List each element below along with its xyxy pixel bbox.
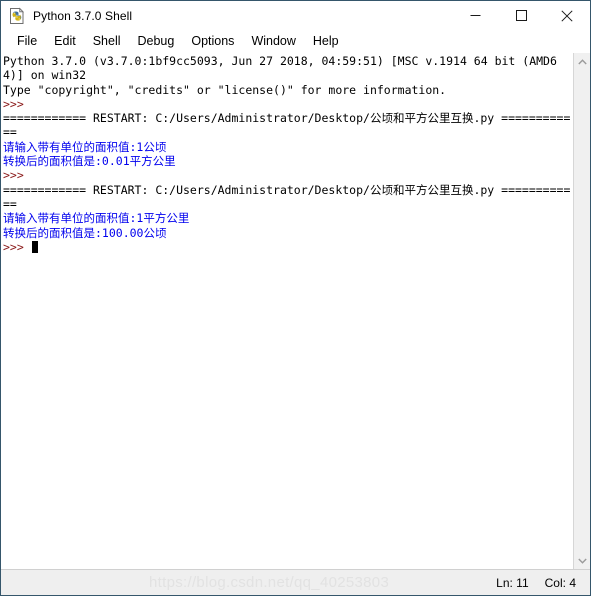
console-line: ============ RESTART: C:/Users/Administr…	[3, 183, 573, 212]
menu-item-debug[interactable]: Debug	[130, 32, 184, 51]
scroll-down-button[interactable]	[574, 552, 590, 569]
python-idle-icon	[8, 7, 26, 25]
watermark-text: https://blog.csdn.net/qq_40253803	[149, 574, 390, 591]
console-line-text: >>>	[3, 96, 31, 111]
console-line-text: >>>	[3, 239, 31, 254]
console-line-text: 请输入带有单位的面积值:1公顷	[3, 139, 167, 154]
console-output[interactable]: Python 3.7.0 (v3.7.0:1bf9cc5093, Jun 27 …	[3, 54, 573, 254]
console-line-text: ============ RESTART: C:/Users/Administr…	[3, 182, 571, 211]
window-title: Python 3.7.0 Shell	[33, 8, 133, 23]
console-line: Type "copyright", "credits" or "license(…	[3, 83, 573, 97]
console-line-text: Type "copyright", "credits" or "license(…	[3, 82, 447, 97]
menu-item-edit[interactable]: Edit	[46, 32, 85, 51]
console-line-text: 转换后的面积值是:0.01平方公里	[3, 154, 176, 169]
menu-item-help[interactable]: Help	[305, 32, 348, 51]
vertical-scrollbar[interactable]	[573, 53, 590, 569]
title-bar: Python 3.7.0 Shell	[1, 1, 590, 30]
console-line: >>>	[3, 168, 573, 182]
minimize-button[interactable]	[452, 1, 498, 30]
menu-item-options[interactable]: Options	[183, 32, 243, 51]
console-line: ============ RESTART: C:/Users/Administr…	[3, 111, 573, 140]
scroll-up-button[interactable]	[574, 53, 590, 70]
chevron-up-icon	[577, 58, 587, 64]
console-line-text: 请输入带有单位的面积值:1平方公里	[3, 211, 190, 226]
console-line: >>>	[3, 240, 573, 254]
console-line: Python 3.7.0 (v3.7.0:1bf9cc5093, Jun 27 …	[3, 54, 573, 83]
scrollbar-track[interactable]	[574, 70, 590, 552]
chevron-down-icon	[577, 558, 587, 564]
console-line-text: 转换后的面积值是:100.00公顷	[3, 225, 167, 240]
shell-text-area[interactable]: Python 3.7.0 (v3.7.0:1bf9cc5093, Jun 27 …	[1, 53, 573, 569]
console-line: 转换后的面积值是:0.01平方公里	[3, 154, 573, 168]
window-controls	[452, 1, 590, 30]
text-cursor	[31, 240, 38, 253]
console-line-text: >>>	[3, 168, 31, 183]
console-line-text: Python 3.7.0 (v3.7.0:1bf9cc5093, Jun 27 …	[3, 54, 557, 83]
menu-item-shell[interactable]: Shell	[85, 32, 130, 51]
minimize-icon	[470, 15, 480, 16]
status-bar: https://blog.csdn.net/qq_40253803 Ln: 11…	[1, 569, 590, 595]
console-line: 请输入带有单位的面积值:1平方公里	[3, 211, 573, 225]
maximize-button[interactable]	[498, 1, 544, 30]
console-line: 转换后的面积值是:100.00公顷	[3, 226, 573, 240]
console-line: 请输入带有单位的面积值:1公顷	[3, 140, 573, 154]
status-column-number: Col: 4	[544, 575, 576, 590]
menu-item-window[interactable]: Window	[243, 32, 304, 51]
close-icon	[561, 9, 573, 22]
status-line-number: Ln: 11	[496, 575, 529, 590]
maximize-icon	[515, 10, 527, 21]
menu-item-file[interactable]: File	[9, 32, 46, 51]
console-line: >>>	[3, 97, 573, 111]
menu-bar: File Edit Shell Debug Options Window Hel…	[1, 30, 590, 53]
idle-shell-window: Python 3.7.0 Shell File Edit Shell Debug…	[0, 0, 591, 596]
shell-body: Python 3.7.0 (v3.7.0:1bf9cc5093, Jun 27 …	[1, 53, 590, 569]
close-button[interactable]	[544, 1, 590, 30]
console-line-text: ============ RESTART: C:/Users/Administr…	[3, 111, 571, 140]
